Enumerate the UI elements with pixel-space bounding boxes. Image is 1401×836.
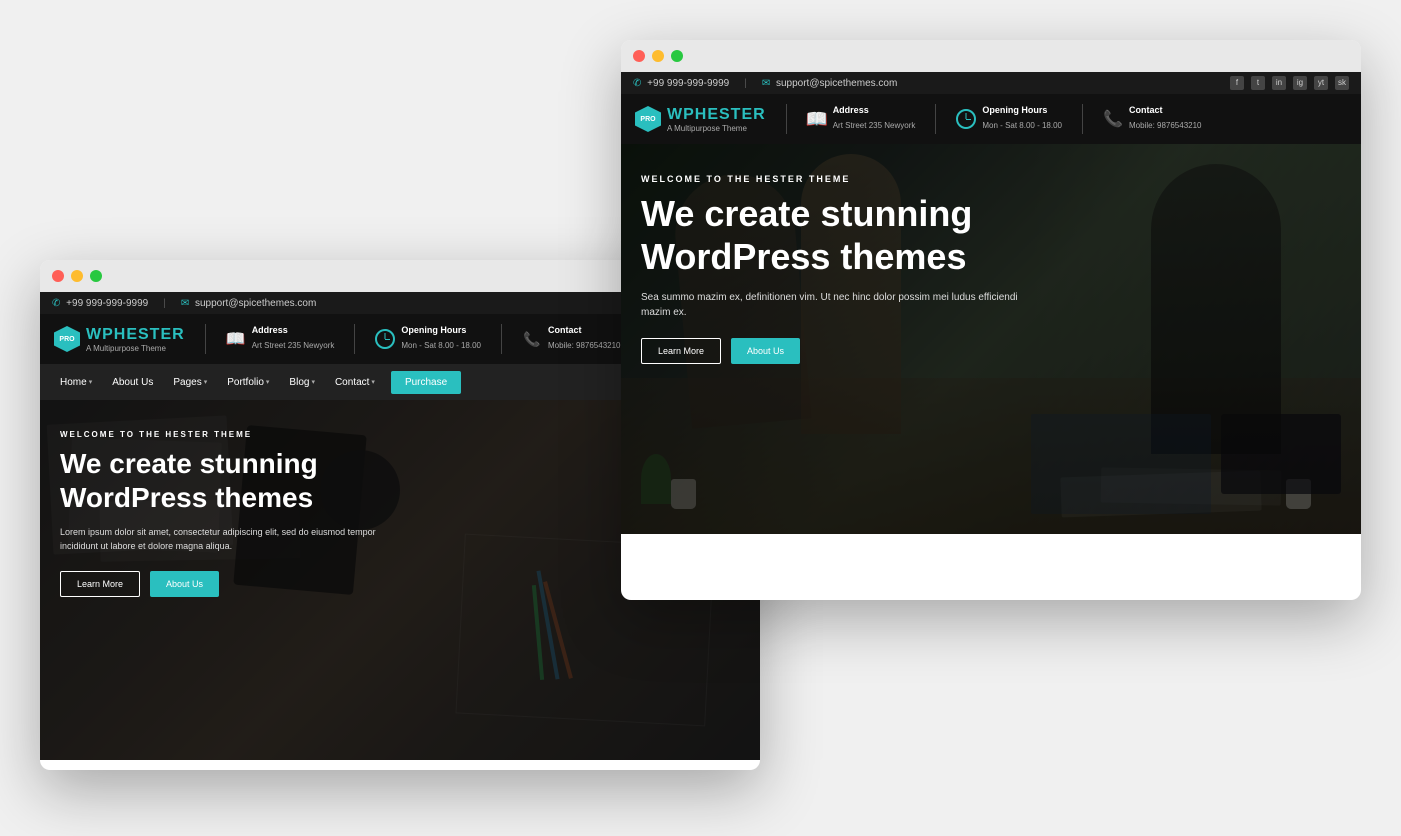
- hours-text-small: Opening Hours Mon - Sat 8.00 - 18.00: [401, 325, 481, 353]
- header-hours-large: Opening Hours Mon - Sat 8.00 - 18.00: [956, 105, 1062, 133]
- clock-icon-small: [375, 329, 395, 349]
- logo-name-small: WPHESTER: [86, 326, 185, 344]
- header-sep1-small: [205, 324, 206, 354]
- nav-about-small[interactable]: About Us: [104, 371, 161, 394]
- nav-contact-arrow-small: ▾: [371, 378, 375, 386]
- btn-learn-small[interactable]: Learn More: [60, 571, 140, 597]
- header-sep2-small: [354, 324, 355, 354]
- hours-text-large: Opening Hours Mon - Sat 8.00 - 18.00: [982, 105, 1062, 133]
- nav-home-arrow-small: ▾: [89, 378, 93, 386]
- contact-text-small: Contact Mobile: 9876543210: [548, 325, 621, 353]
- social-linkedin-large[interactable]: in: [1272, 76, 1286, 90]
- social-youtube-large[interactable]: yt: [1314, 76, 1328, 90]
- dot-red-small[interactable]: [52, 270, 64, 282]
- hero-content-large: WELCOME TO THE HESTER THEME We create st…: [621, 144, 1361, 394]
- hero-desc-large: Sea summo mazim ex, definitionen vim. Ut…: [641, 290, 1041, 320]
- header-contact-small: 📞 Contact Mobile: 9876543210: [522, 325, 621, 353]
- header-address-small: 📖 Address Art Street 235 Newyork: [226, 325, 335, 353]
- phone-icon-large: 📞: [1103, 109, 1123, 129]
- logo-name-large: WPHESTER: [667, 106, 766, 124]
- nav-portfolio-small[interactable]: Portfolio ▾: [219, 371, 277, 394]
- site-logo-large: PRO WPHESTER A Multipurpose Theme: [635, 106, 766, 133]
- topbar-left-large: ✆ +99 999-999-9999 | ✉ support@spicethem…: [633, 78, 897, 89]
- logo-hex-small: PRO: [54, 326, 80, 352]
- nav-contact-small[interactable]: Contact ▾: [327, 371, 383, 394]
- topbar-phone-small: ✆ +99 999-999-9999: [52, 298, 148, 309]
- site-topbar-large: ✆ +99 999-999-9999 | ✉ support@spicethem…: [621, 72, 1361, 94]
- hero-title-large: We create stunning WordPress themes: [641, 192, 1341, 278]
- header-sep3-large: [1082, 104, 1083, 134]
- header-address-large: 📖 Address Art Street 235 Newyork: [807, 105, 916, 133]
- btn-learn-large[interactable]: Learn More: [641, 338, 721, 364]
- header-sep2-large: [935, 104, 936, 134]
- address-icon-small: 📖: [226, 329, 246, 349]
- social-twitter-large[interactable]: t: [1251, 76, 1265, 90]
- dot-green-small[interactable]: [90, 270, 102, 282]
- logo-sub-small: A Multipurpose Theme: [86, 344, 185, 353]
- address-text-small: Address Art Street 235 Newyork: [252, 325, 335, 353]
- hero-buttons-large: Learn More About Us: [641, 338, 1341, 364]
- address-icon-large: 📖: [807, 109, 827, 129]
- contact-text-large: Contact Mobile: 9876543210: [1129, 105, 1202, 133]
- dot-yellow-large[interactable]: [652, 50, 664, 62]
- topbar-right-large: f t in ig yt sk: [1230, 76, 1349, 90]
- header-sep3-small: [501, 324, 502, 354]
- topbar-email-large: ✉ support@spicethemes.com: [762, 78, 898, 89]
- nav-portfolio-arrow-small: ▾: [266, 378, 270, 386]
- clock-icon-large: [956, 109, 976, 129]
- topbar-phone-large: ✆ +99 999-999-9999: [633, 78, 729, 89]
- hero-desc-small: Lorem ipsum dolor sit amet, consectetur …: [60, 526, 380, 553]
- header-contact-large: 📞 Contact Mobile: 9876543210: [1103, 105, 1202, 133]
- social-instagram-large[interactable]: ig: [1293, 76, 1307, 90]
- header-hours-small: Opening Hours Mon - Sat 8.00 - 18.00: [375, 325, 481, 353]
- site-logo-small: PRO WPHESTER A Multipurpose Theme: [54, 326, 185, 353]
- nav-purchase-small[interactable]: Purchase: [391, 371, 461, 394]
- topbar-left-small: ✆ +99 999-999-9999 | ✉ support@spicethem…: [52, 298, 316, 309]
- topbar-divider-large: |: [744, 78, 747, 89]
- topbar-divider-small: |: [163, 298, 166, 309]
- dot-green-large[interactable]: [671, 50, 683, 62]
- nav-blog-arrow-small: ▾: [311, 378, 315, 386]
- btn-about-small[interactable]: About Us: [150, 571, 219, 597]
- btn-about-large[interactable]: About Us: [731, 338, 800, 364]
- hero-large: WELCOME TO THE HESTER THEME We create st…: [621, 144, 1361, 534]
- social-skype-large[interactable]: sk: [1335, 76, 1349, 90]
- nav-pages-small[interactable]: Pages ▾: [165, 371, 215, 394]
- phone-icon-small: 📞: [522, 329, 542, 349]
- browser-window-large: ✆ +99 999-999-9999 | ✉ support@spicethem…: [621, 40, 1361, 600]
- dot-yellow-small[interactable]: [71, 270, 83, 282]
- address-text-large: Address Art Street 235 Newyork: [833, 105, 916, 133]
- nav-home-small[interactable]: Home ▾: [52, 371, 100, 394]
- titlebar-large: [621, 40, 1361, 72]
- social-facebook-large[interactable]: f: [1230, 76, 1244, 90]
- logo-sub-large: A Multipurpose Theme: [667, 124, 766, 133]
- logo-hex-large: PRO: [635, 106, 661, 132]
- dot-red-large[interactable]: [633, 50, 645, 62]
- hero-welcome-large: WELCOME TO THE HESTER THEME: [641, 174, 1341, 184]
- nav-blog-small[interactable]: Blog ▾: [281, 371, 323, 394]
- logo-text-large: WPHESTER A Multipurpose Theme: [667, 106, 766, 133]
- site-header-large: PRO WPHESTER A Multipurpose Theme 📖 Addr…: [621, 94, 1361, 144]
- nav-pages-arrow-small: ▾: [204, 378, 208, 386]
- topbar-email-small: ✉ support@spicethemes.com: [181, 298, 317, 309]
- header-sep1-large: [786, 104, 787, 134]
- logo-text-small: WPHESTER A Multipurpose Theme: [86, 326, 185, 353]
